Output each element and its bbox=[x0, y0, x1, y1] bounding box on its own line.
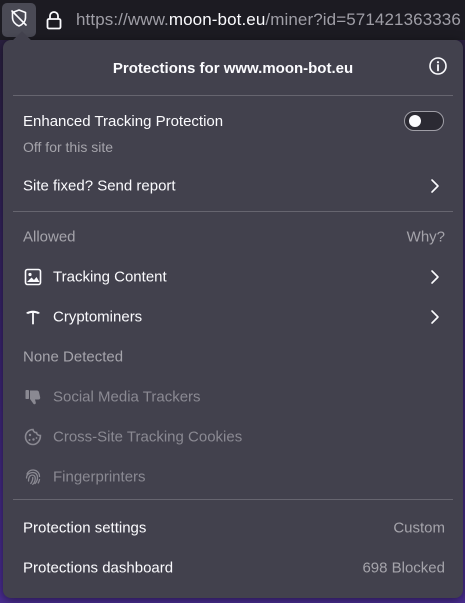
separator bbox=[13, 499, 453, 500]
toggle-knob bbox=[409, 115, 421, 127]
chevron-right-icon bbox=[427, 309, 443, 325]
why-link[interactable]: Why? bbox=[407, 229, 445, 246]
blocked-count: 698 Blocked bbox=[362, 559, 445, 577]
cookie-icon bbox=[23, 427, 43, 447]
protections-dashboard-label: Protections dashboard bbox=[23, 559, 174, 577]
allowed-heading: Allowed bbox=[23, 228, 76, 246]
none-detected-heading: None Detected bbox=[23, 348, 124, 366]
separator bbox=[13, 211, 453, 212]
cross-site-cookies-row: Cross-Site Tracking Cookies bbox=[3, 419, 463, 455]
url-host: moon-bot.eu bbox=[168, 10, 266, 29]
image-icon bbox=[23, 267, 43, 287]
social-media-trackers-row: Social Media Trackers bbox=[3, 379, 463, 415]
send-report-label: Site fixed? Send report bbox=[23, 177, 176, 195]
cryptominers-row[interactable]: Cryptominers bbox=[3, 299, 463, 335]
pickaxe-icon bbox=[23, 307, 43, 327]
etp-label: Enhanced Tracking Protection bbox=[23, 113, 224, 130]
chevron-right-icon bbox=[427, 269, 443, 285]
send-report-row[interactable]: Site fixed? Send report bbox=[3, 168, 463, 204]
tracking-content-label: Tracking Content bbox=[53, 268, 167, 286]
protections-panel: Protections for www.moon-bot.eu Enhanced… bbox=[3, 31, 463, 598]
cryptominers-label: Cryptominers bbox=[53, 308, 143, 326]
none-detected-heading-row: None Detected bbox=[3, 339, 463, 375]
protection-settings-label: Protection settings bbox=[23, 519, 147, 537]
lock-icon[interactable] bbox=[42, 8, 66, 32]
info-button[interactable] bbox=[426, 56, 450, 80]
url-bar: https://www.moon-bot.eu/miner?id=5714213… bbox=[0, 0, 465, 40]
protection-settings-row[interactable]: Protection settings Custom bbox=[3, 510, 463, 546]
url-text[interactable]: https://www.moon-bot.eu/miner?id=5714213… bbox=[76, 10, 461, 30]
url-prefix: https://www. bbox=[76, 10, 169, 29]
thumbs-down-icon bbox=[23, 387, 43, 407]
panel-title: Protections for www.moon-bot.eu bbox=[112, 60, 354, 77]
protections-dashboard-row[interactable]: Protections dashboard 698 Blocked bbox=[3, 550, 463, 586]
fingerprinters-label: Fingerprinters bbox=[53, 468, 146, 486]
etp-toggle[interactable] bbox=[404, 111, 444, 131]
panel-header: Protections for www.moon-bot.eu bbox=[3, 40, 463, 96]
fingerprinters-row: Fingerprinters bbox=[3, 459, 463, 495]
etp-status: Off for this site bbox=[23, 139, 113, 155]
tracking-protection-button[interactable] bbox=[2, 3, 36, 37]
chevron-right-icon bbox=[427, 178, 443, 194]
allowed-heading-row: Allowed Why? bbox=[3, 219, 463, 255]
social-media-trackers-label: Social Media Trackers bbox=[53, 388, 201, 406]
protection-settings-value: Custom bbox=[393, 519, 445, 537]
url-suffix: /miner?id=571421363336 bbox=[265, 10, 461, 29]
info-icon bbox=[428, 56, 448, 81]
separator bbox=[13, 95, 453, 96]
tracking-content-row[interactable]: Tracking Content bbox=[3, 259, 463, 295]
fingerprint-icon bbox=[23, 467, 43, 487]
shield-off-icon bbox=[9, 8, 29, 33]
cross-site-cookies-label: Cross-Site Tracking Cookies bbox=[53, 428, 243, 446]
